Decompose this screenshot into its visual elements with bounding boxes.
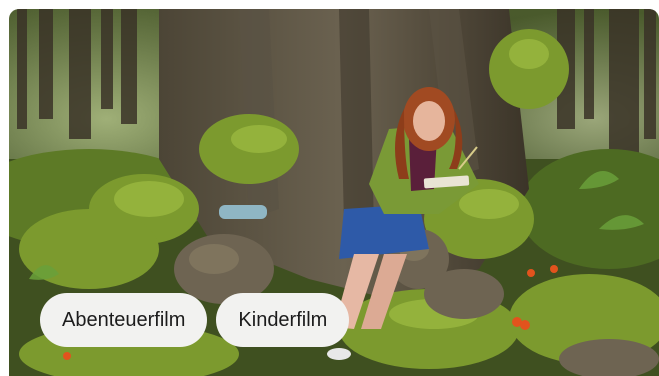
movie-card[interactable]: Abenteuerfilm Kinderfilm — [9, 9, 659, 376]
genre-tags: Abenteuerfilm Kinderfilm — [40, 293, 350, 347]
tag-kinderfilm[interactable]: Kinderfilm — [216, 293, 350, 347]
tag-abenteuerfilm[interactable]: Abenteuerfilm — [40, 293, 208, 347]
